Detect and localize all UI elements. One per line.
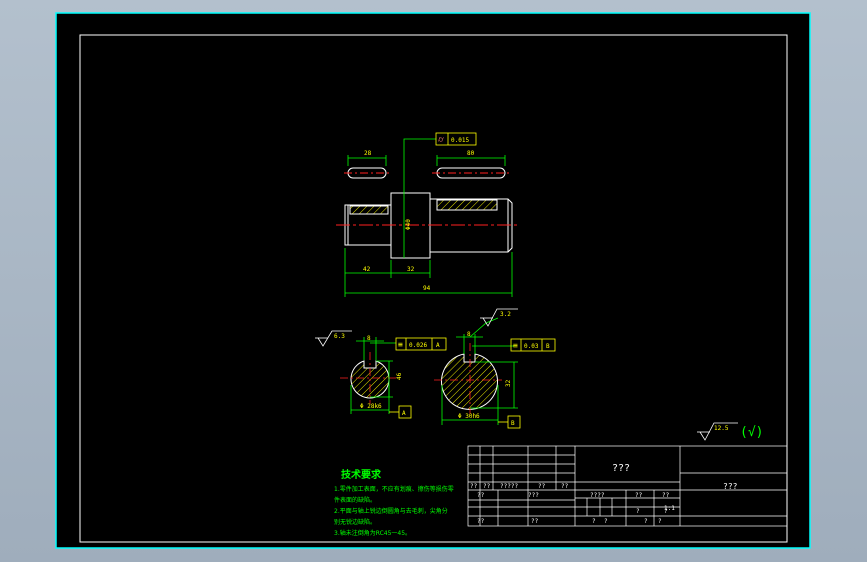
- tb-r7-c9: ?: [658, 518, 662, 525]
- tb-r5-c8: ??: [662, 492, 670, 499]
- tb-scale: 1:1: [664, 505, 675, 512]
- tb-r4-c4: ??: [538, 483, 546, 490]
- tech-line-2: 件表面的缺陷。: [334, 496, 376, 504]
- dim-diameter-right: Φ 30h6: [458, 413, 480, 420]
- dim-len-mid: 32: [407, 266, 415, 273]
- drawing-name: ???: [612, 463, 630, 474]
- sheet-background: [56, 13, 810, 548]
- tb-r7-c1: ??: [477, 518, 485, 525]
- tol-value-right: 0.03: [524, 343, 539, 350]
- tb-r4-c5: ??: [561, 483, 569, 490]
- tol-datum-right: B: [546, 343, 550, 350]
- general-roughness-value: 12.5: [714, 425, 729, 432]
- tol-datum-left: A: [436, 342, 440, 349]
- dim-height-right: 32: [505, 379, 512, 387]
- tb-r7-c3: ??: [531, 518, 539, 525]
- dim-total-length: 94: [423, 285, 431, 292]
- company-name: ???: [723, 482, 738, 491]
- drawing-canvas[interactable]: 28 80 Φ40 42 32 94 ⌭ 0.015 6.3 8 46 Φ 28…: [0, 0, 867, 562]
- tol-value-top: 0.015: [451, 137, 469, 144]
- tol-symbol-right: ≡: [513, 341, 518, 350]
- tb-r4-c1: ??: [470, 483, 478, 490]
- tol-symbol-top: ⌭: [438, 135, 444, 144]
- tb-r4-c3: ?????: [500, 483, 518, 490]
- keyway-cut-right: [436, 199, 498, 211]
- general-roughness-mark: (√): [740, 425, 763, 440]
- tb-r7-c7: ?: [604, 518, 608, 525]
- tech-line-1: 1.零件加工表面，不应有划痕、擦伤等损伤零: [334, 485, 454, 493]
- dim-len-left: 42: [363, 266, 371, 273]
- key-width-right: 8: [467, 331, 471, 338]
- tb-r7-c6: ?: [592, 518, 596, 525]
- tech-title: 技术要求: [341, 468, 382, 481]
- datum-right: B: [511, 420, 515, 427]
- tb-r5-c3: ???: [528, 492, 539, 499]
- tb-r6-c6: ?: [636, 508, 640, 515]
- key-width-left: 8: [367, 335, 371, 342]
- tech-line-5: 3.轴未注倒角为RC45一45。: [334, 529, 411, 537]
- datum-left: A: [402, 410, 406, 417]
- dim-shaft-diameter: Φ40: [405, 219, 412, 230]
- tb-r5-c7: ??: [635, 492, 643, 499]
- tb-r5-c1: ??: [477, 492, 485, 499]
- tb-r7-c8: ?: [644, 518, 648, 525]
- tol-symbol-left: ≡: [398, 340, 403, 349]
- cad-viewport[interactable]: 28 80 Φ40 42 32 94 ⌭ 0.015 6.3 8 46 Φ 28…: [0, 0, 867, 562]
- tb-r5-c6: ????: [590, 492, 605, 499]
- roughness-right: 3.2: [500, 311, 511, 318]
- dim-diameter-left: Φ 28k6: [360, 403, 382, 410]
- tol-value-left: 0.026: [409, 342, 427, 349]
- keyway-cut-left: [349, 205, 389, 215]
- dim-height-left: 46: [396, 372, 403, 380]
- roughness-left: 6.3: [334, 333, 345, 340]
- tech-line-4: 别无锐边缺陷。: [334, 518, 376, 526]
- dim-keyway-right: 80: [467, 150, 475, 157]
- tb-r4-c2: ??: [483, 483, 491, 490]
- dim-keyway-left: 28: [364, 150, 372, 157]
- tech-line-3: 2.平面与轴上锐边倒圆角与去毛刺，尖角分: [334, 507, 448, 515]
